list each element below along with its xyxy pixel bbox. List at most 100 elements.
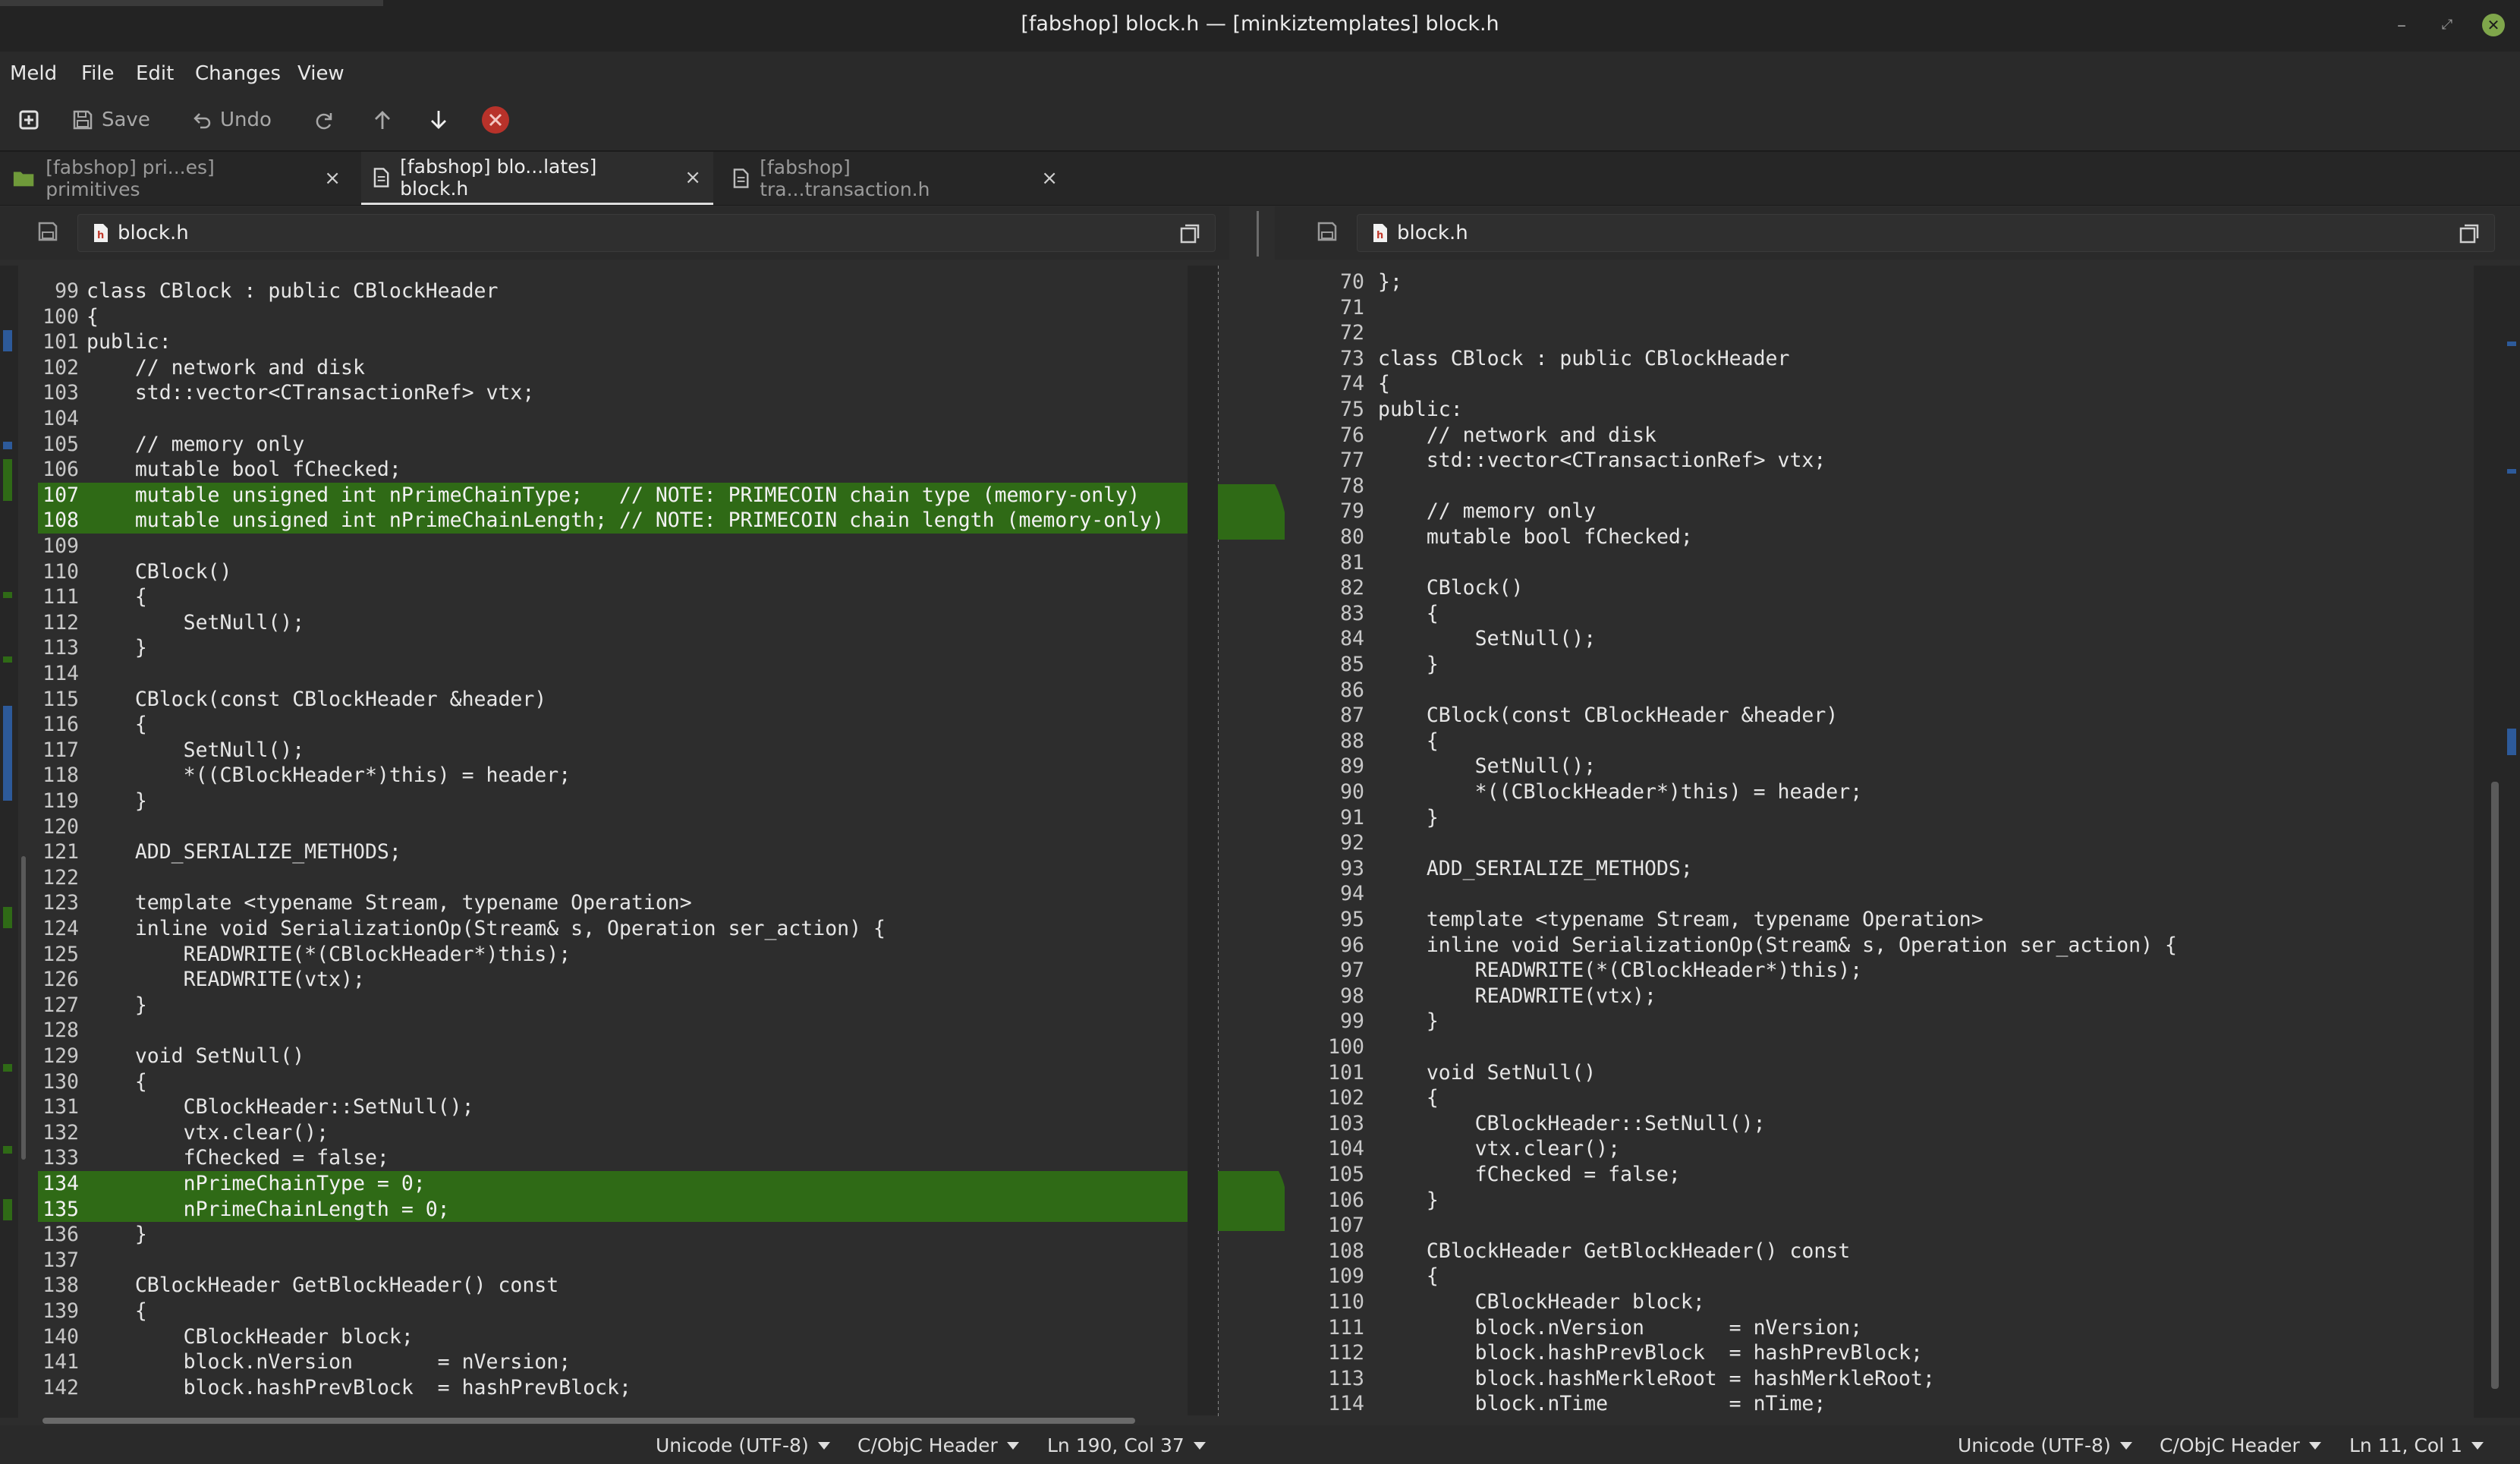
- close-window-icon[interactable]: ✕: [2482, 14, 2505, 36]
- code-line[interactable]: 84 SetNull();: [1298, 626, 2481, 652]
- code-line[interactable]: 129 void SetNull(): [38, 1044, 1218, 1069]
- right-editor[interactable]: 70}; 71 72 73 class CBlock : public CBlockHe…: [1298, 266, 2481, 1418]
- code-line[interactable]: 113 block.hashMerkleRoot = hashMerkleRoo…: [1298, 1366, 2481, 1392]
- right-file-selector[interactable]: h block.h: [1357, 214, 2495, 252]
- code-line[interactable]: 114 block.nTime = nTime;: [1298, 1391, 2481, 1417]
- code-line[interactable]: 73 class CBlock : public CBlockHeader: [1298, 346, 2481, 372]
- code-line[interactable]: 90 *((CBlockHeader*)this) = header;: [1298, 779, 2481, 805]
- close-tab-icon[interactable]: ×: [684, 166, 701, 189]
- code-line[interactable]: 101 void SetNull(): [1298, 1060, 2481, 1086]
- code-line[interactable]: 127 }: [38, 993, 1218, 1019]
- tab-block[interactable]: [fabshop] blo...lates] block.h ×: [361, 152, 713, 205]
- left-editor[interactable]: 99 class CBlock : public CBlockHeader 100 {…: [38, 266, 1218, 1418]
- code-line[interactable]: 93 ADD_SERIALIZE_METHODS;: [1298, 856, 2481, 882]
- code-line[interactable]: 102 {: [1298, 1085, 2481, 1111]
- code-line[interactable]: 115 CBlock(const CBlockHeader &header): [38, 687, 1218, 713]
- code-line[interactable]: 80 mutable bool fChecked;: [1298, 524, 2481, 550]
- code-line[interactable]: 70};: [1298, 269, 2481, 295]
- code-line[interactable]: 100: [1298, 1034, 2481, 1060]
- code-line[interactable]: 95 template <typename Stream, typename O…: [1298, 907, 2481, 933]
- code-line[interactable]: 125 READWRITE(*(CBlockHeader*)this);: [38, 942, 1218, 968]
- code-line[interactable]: 97 READWRITE(*(CBlockHeader*)this);: [1298, 958, 2481, 984]
- code-line[interactable]: 111 block.nVersion = nVersion;: [1298, 1315, 2481, 1341]
- code-line[interactable]: 119 }: [38, 789, 1218, 814]
- code-line[interactable]: 96 inline void SerializationOp(Stream& s…: [1298, 933, 2481, 959]
- close-tab-icon[interactable]: ×: [1041, 167, 1058, 190]
- left-file-selector[interactable]: h block.h: [77, 214, 1216, 252]
- code-line[interactable]: 72: [1298, 320, 2481, 346]
- maximize-icon[interactable]: ⤢: [2436, 14, 2459, 36]
- left-encoding-selector[interactable]: Unicode (UTF-8): [656, 1434, 830, 1456]
- code-line[interactable]: 124 inline void SerializationOp(Stream& …: [38, 916, 1218, 942]
- horizontal-scrollbar[interactable]: [42, 1418, 1135, 1424]
- changed-line[interactable]: 107 mutable unsigned int nPrimeChainType…: [38, 482, 1218, 508]
- code-line[interactable]: 71: [1298, 295, 2481, 321]
- redo-button[interactable]: [313, 106, 335, 134]
- code-line[interactable]: 103 CBlockHeader::SetNull();: [1298, 1111, 2481, 1137]
- changed-line[interactable]: 134 nPrimeChainType = 0;: [38, 1171, 1218, 1197]
- code-line[interactable]: 99 class CBlock : public CBlockHeader: [38, 279, 1218, 304]
- code-line[interactable]: 110 CBlock(): [38, 559, 1218, 585]
- code-line[interactable]: 99 }: [1298, 1009, 2481, 1034]
- code-line[interactable]: 78: [1298, 474, 2481, 499]
- code-line[interactable]: 141 block.nVersion = nVersion;: [38, 1349, 1218, 1375]
- save-icon[interactable]: [1316, 220, 1339, 243]
- code-line[interactable]: 106 }: [1298, 1188, 2481, 1214]
- code-line[interactable]: 112 SetNull();: [38, 610, 1218, 636]
- code-line[interactable]: 85 }: [1298, 652, 2481, 678]
- code-line[interactable]: 111 {: [38, 584, 1218, 610]
- code-line[interactable]: 122: [38, 865, 1218, 891]
- code-line[interactable]: 138 CBlockHeader GetBlockHeader() const: [38, 1273, 1218, 1299]
- code-line[interactable]: 98 READWRITE(vtx);: [1298, 984, 2481, 1009]
- right-position-selector[interactable]: Ln 11, Col 1: [2349, 1434, 2484, 1456]
- code-line[interactable]: 106 mutable bool fChecked;: [38, 457, 1218, 483]
- code-line[interactable]: 104: [38, 406, 1218, 432]
- code-line[interactable]: 140 CBlockHeader block;: [38, 1324, 1218, 1350]
- code-line[interactable]: 89 SetNull();: [1298, 754, 2481, 779]
- code-line[interactable]: 118 *((CBlockHeader*)this) = header;: [38, 763, 1218, 789]
- code-line[interactable]: 136 }: [38, 1222, 1218, 1248]
- undo-button[interactable]: Undo: [191, 106, 272, 134]
- menu-changes[interactable]: Changes: [195, 62, 281, 85]
- code-line[interactable]: 132 vtx.clear();: [38, 1120, 1218, 1146]
- save-icon[interactable]: [36, 220, 59, 243]
- code-line[interactable]: 100 {: [38, 304, 1218, 330]
- code-line[interactable]: 91 }: [1298, 805, 2481, 831]
- minimize-icon[interactable]: –: [2390, 14, 2413, 36]
- code-line[interactable]: 139 {: [38, 1299, 1218, 1324]
- code-line[interactable]: 109: [38, 534, 1218, 559]
- code-line[interactable]: 117 SetNull();: [38, 738, 1218, 763]
- menu-meld[interactable]: Meld: [10, 62, 57, 85]
- next-change-button[interactable]: [428, 106, 449, 134]
- code-line[interactable]: 105 fChecked = false;: [1298, 1162, 2481, 1188]
- code-line[interactable]: 108 CBlockHeader GetBlockHeader() const: [1298, 1239, 2481, 1264]
- code-line[interactable]: 131 CBlockHeader::SetNull();: [38, 1094, 1218, 1120]
- changed-line[interactable]: 135 nPrimeChainLength = 0;: [38, 1196, 1218, 1223]
- code-line[interactable]: 114: [38, 661, 1218, 687]
- save-button[interactable]: Save: [71, 106, 150, 134]
- code-line[interactable]: 86: [1298, 678, 2481, 704]
- code-line[interactable]: 116 {: [38, 712, 1218, 738]
- code-line[interactable]: 92: [1298, 830, 2481, 856]
- right-language-selector[interactable]: C/ObjC Header: [2160, 1434, 2321, 1456]
- code-line[interactable]: 121 ADD_SERIALIZE_METHODS;: [38, 839, 1218, 865]
- code-line[interactable]: 87 CBlock(const CBlockHeader &header): [1298, 703, 2481, 729]
- tab-primitives[interactable]: [fabshop] pri...es] primitives ×: [0, 152, 353, 205]
- left-position-selector[interactable]: Ln 190, Col 37: [1047, 1434, 1206, 1456]
- code-line[interactable]: 126 READWRITE(vtx);: [38, 967, 1218, 993]
- code-line[interactable]: 137: [38, 1248, 1218, 1274]
- code-line[interactable]: 104 vtx.clear();: [1298, 1136, 2481, 1162]
- left-language-selector[interactable]: C/ObjC Header: [857, 1434, 1019, 1456]
- code-line[interactable]: 120: [38, 814, 1218, 840]
- right-encoding-selector[interactable]: Unicode (UTF-8): [1958, 1434, 2132, 1456]
- code-line[interactable]: 102 // network and disk: [38, 355, 1218, 381]
- code-line[interactable]: 79 // memory only: [1298, 499, 2481, 524]
- code-line[interactable]: 113 }: [38, 635, 1218, 661]
- previous-change-button[interactable]: [372, 106, 393, 134]
- code-line[interactable]: 110 CBlockHeader block;: [1298, 1289, 2481, 1315]
- code-line[interactable]: 77 std::vector<CTransactionRef> vtx;: [1298, 448, 2481, 474]
- code-line[interactable]: 82 CBlock(): [1298, 575, 2481, 601]
- close-tab-icon[interactable]: ×: [324, 167, 341, 190]
- code-line[interactable]: 128: [38, 1018, 1218, 1044]
- code-line[interactable]: 88 {: [1298, 729, 2481, 754]
